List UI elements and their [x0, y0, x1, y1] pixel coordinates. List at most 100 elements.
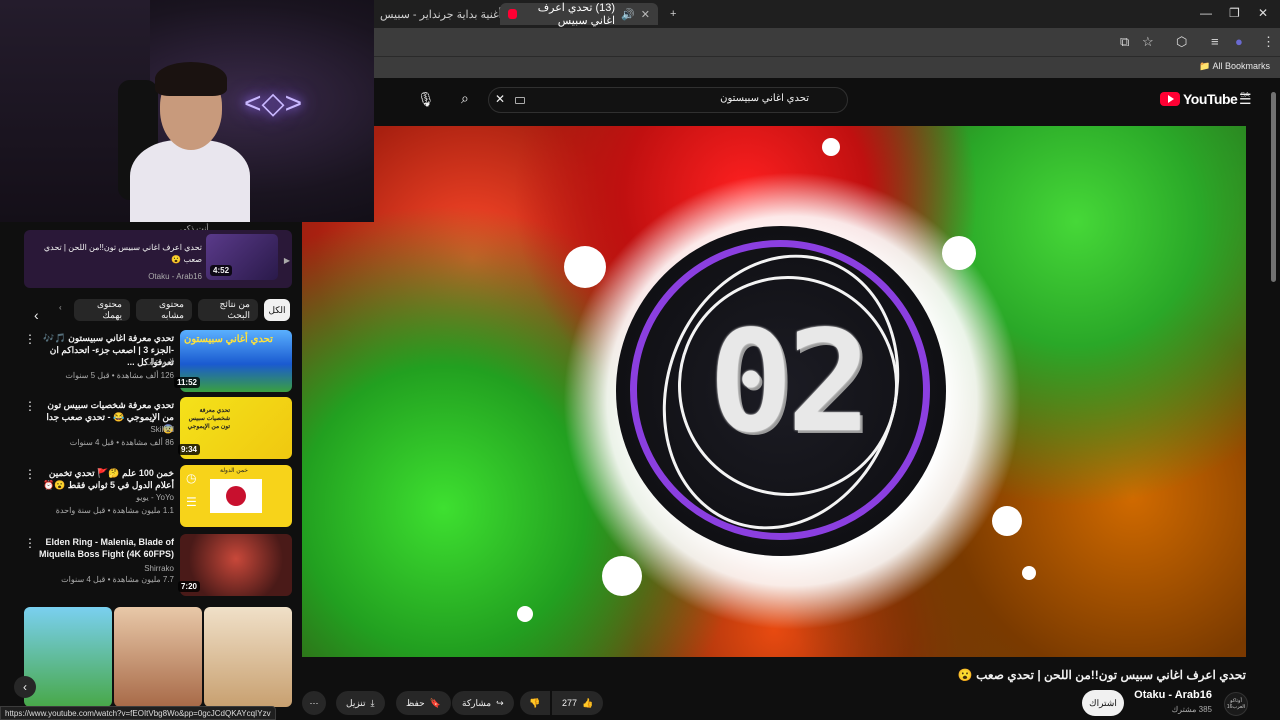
- status-url: https://www.youtube.com/watch?v=fEOItVbg…: [5, 709, 271, 718]
- paint-drop: [1022, 566, 1036, 580]
- speaker-icon: 🔊: [621, 8, 635, 21]
- thumbnail-text: تحدي معرفة شخصيات سبيس تون من الإيموجي: [187, 408, 230, 430]
- chevron-left-icon[interactable]: ‹: [34, 307, 39, 323]
- paint-drop: [564, 246, 606, 288]
- shorts-prev-icon[interactable]: ‹: [14, 676, 36, 698]
- share-button[interactable]: ↪ مشاركة: [452, 691, 514, 715]
- youtube-wordmark: YouTube: [1183, 91, 1238, 107]
- bookmarks-label: All Bookmarks: [1212, 61, 1270, 71]
- more-options-icon[interactable]: ⋮: [24, 536, 36, 550]
- neon-logo-icon: <◇>: [244, 87, 303, 120]
- chip-label: من نتائج البحث: [219, 299, 250, 320]
- share-icon: ↪: [496, 697, 504, 708]
- now-playing-thumbnail: 4:52: [206, 234, 278, 280]
- short-thumbnail[interactable]: [114, 607, 202, 707]
- recommendation-item[interactable]: تحدي معرفة شخصيات سبيس تون من الإيموجي 9…: [24, 397, 292, 459]
- recommendation-item[interactable]: تحدي أغاني سبيستون 11:52 تحدي معرفة اغان…: [24, 330, 292, 392]
- like-button[interactable]: 👍 277: [552, 691, 604, 715]
- chip-label: محتوى يهمك: [96, 299, 122, 320]
- youtube-play-icon: [1160, 92, 1180, 106]
- browser-tab-active[interactable]: ✕ 🔊 (13) تحدي اعرف اغاني سبيس: [500, 2, 658, 27]
- video-meta: 7.7 مليون مشاهدة • قبل 4 سنوات: [61, 575, 174, 584]
- video-thumbnail: خمن الدولة ◷ ☰: [180, 465, 292, 527]
- now-playing-title: تحدي اعرف اغاني سبيس تون!!من اللحن | تحد…: [43, 243, 202, 264]
- clear-search-icon[interactable]: ✕: [495, 92, 505, 106]
- chip-from-search[interactable]: من نتائج البحث: [198, 299, 258, 321]
- video-title[interactable]: Elden Ring - Malenia, Blade of Miquella …: [34, 536, 174, 560]
- download-label: تنزيل: [346, 697, 366, 708]
- profile-icon[interactable]: ●: [1235, 34, 1243, 49]
- minimize-icon[interactable]: —: [1200, 6, 1212, 20]
- youtube-logo[interactable]: YouTube SA: [1160, 91, 1250, 107]
- more-actions-button[interactable]: ⋯: [302, 691, 326, 715]
- chip-all[interactable]: الكل: [264, 299, 290, 321]
- watch-later-icon[interactable]: ◷: [186, 471, 196, 485]
- chip-scroll-icon[interactable]: ‹: [59, 303, 62, 312]
- channel-name[interactable]: لايم على: [146, 357, 174, 366]
- more-options-icon[interactable]: ⋮: [24, 399, 36, 413]
- recommendation-item[interactable]: خمن الدولة ◷ ☰ خمن 100 علم 🤔🚩 تحدي تخمين…: [24, 465, 292, 527]
- play-indicator-icon: ▶: [283, 256, 290, 265]
- tab-title: (13) تحدي اعرف اغاني سبيس: [537, 2, 616, 27]
- now-playing-item[interactable]: 4:52 ▶ تحدي اعرف اغاني سبيس تون!!من اللح…: [24, 230, 292, 288]
- cast-icon[interactable]: ⧉: [1120, 34, 1129, 50]
- paint-drop: [942, 236, 976, 270]
- duration-badge: 4:52: [210, 265, 233, 276]
- channel-name[interactable]: Shirrako: [144, 564, 174, 573]
- search-input[interactable]: [659, 93, 809, 104]
- subscribe-button[interactable]: اشتراك: [1082, 690, 1124, 716]
- star-icon[interactable]: ☆: [1142, 34, 1154, 50]
- save-label: حفظ: [406, 697, 425, 708]
- paint-drop: [992, 506, 1022, 536]
- thumbnail-text: تحدي أغاني سبيستون: [184, 334, 273, 345]
- download-button[interactable]: ⤓ تنزيل: [336, 691, 385, 715]
- link-status-bar: https://www.youtube.com/watch?v=fEOItVbg…: [0, 706, 276, 720]
- youtube-favicon-icon: [508, 9, 518, 19]
- video-meta: 86 ألف مشاهدة • قبل 4 سنوات: [69, 438, 174, 447]
- recommendation-item[interactable]: 7:20 Elden Ring - Malenia, Blade of Miqu…: [24, 534, 292, 596]
- reading-list-icon[interactable]: ≡: [1211, 34, 1219, 49]
- dislike-button[interactable]: 👎: [520, 691, 550, 715]
- channel-name[interactable]: Skilled: [150, 425, 174, 434]
- search-icon[interactable]: ⌕: [461, 90, 469, 107]
- video-meta: 1.1 مليون مشاهدة • قبل سنة واحدة: [55, 506, 174, 515]
- all-bookmarks-button[interactable]: 📁 All Bookmarks: [1199, 61, 1270, 72]
- window-close-icon[interactable]: ✕: [1258, 6, 1268, 20]
- menu-dots-icon[interactable]: ⋮: [1262, 34, 1275, 50]
- video-meta: 126 ألف مشاهدة • قبل 5 سنوات: [65, 371, 174, 380]
- japan-flag: [210, 479, 262, 513]
- channel-name[interactable]: YoYo - يويو: [136, 493, 174, 502]
- add-to-queue-icon[interactable]: ☰: [186, 495, 197, 509]
- subscriber-count: 385 مشترك: [1171, 705, 1212, 714]
- restore-icon[interactable]: ❐: [1229, 6, 1240, 20]
- more-options-icon[interactable]: ⋮: [24, 467, 36, 481]
- video-player[interactable]: 02: [302, 126, 1246, 657]
- share-label: مشاركة: [462, 697, 492, 708]
- chip-for-you[interactable]: محتوى يهمك: [74, 299, 130, 321]
- channel-name[interactable]: Otaku - Arab16: [1134, 689, 1212, 701]
- microphone-icon[interactable]: 🎙: [417, 91, 435, 108]
- close-icon[interactable]: ✕: [641, 8, 650, 21]
- more-options-icon[interactable]: ⋮: [24, 332, 36, 346]
- duration-badge: 11:52: [173, 377, 200, 388]
- hamburger-menu-icon[interactable]: ☰: [1239, 91, 1252, 108]
- chip-similar[interactable]: محتوى مشابه: [136, 299, 192, 321]
- video-title[interactable]: خمن 100 علم 🤔🚩 تحدي تخمين أعلام الدول في…: [34, 467, 174, 491]
- extensions-icon[interactable]: ⬡: [1176, 34, 1187, 50]
- plus-icon: +: [670, 8, 677, 20]
- webcam-person-hair: [155, 62, 227, 96]
- search-box[interactable]: ✕: [488, 87, 848, 113]
- page-scrollbar[interactable]: [1271, 92, 1276, 282]
- keyboard-icon[interactable]: [515, 97, 525, 104]
- short-thumbnail[interactable]: [24, 607, 112, 707]
- new-tab-button[interactable]: +: [662, 3, 684, 25]
- avatar-text: أوتاكو العرب16: [1226, 698, 1246, 710]
- chip-label: محتوى مشابه: [158, 299, 184, 320]
- save-button[interactable]: 🔖 حفظ: [396, 691, 451, 715]
- short-thumbnail[interactable]: [204, 607, 292, 707]
- more-horizontal-icon: ⋯: [309, 697, 319, 708]
- channel-avatar[interactable]: أوتاكو العرب16: [1224, 692, 1248, 716]
- chip-label: الكل: [268, 304, 286, 315]
- overlay-number: 02: [708, 301, 872, 464]
- thumbs-down-icon: 👎: [529, 697, 541, 708]
